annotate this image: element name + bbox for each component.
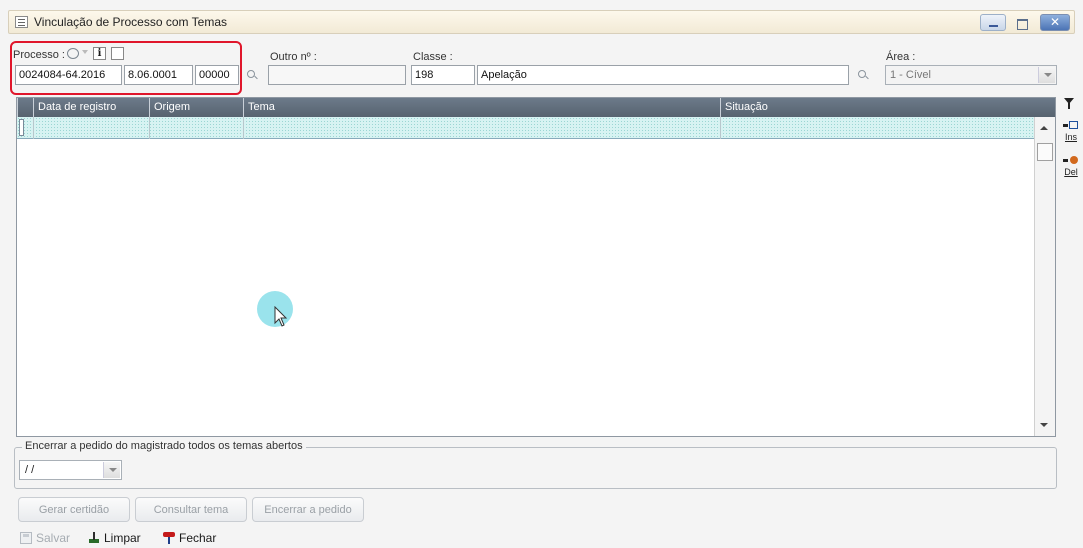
search-classe-icon[interactable] [856,69,870,83]
scroll-down-icon[interactable] [1040,423,1048,431]
grid-scrollbar[interactable] [1034,117,1055,436]
grid-header: Data de registro Origem Tema Situação [17,98,1055,117]
fechar-button[interactable]: Fechar [163,531,216,545]
scroll-up-icon[interactable] [1040,122,1048,130]
classe-name-field[interactable]: Apelação [477,65,849,85]
column-header-situacao[interactable]: Situação [720,98,1055,117]
column-header-data-registro[interactable]: Data de registro [33,98,149,117]
grid-corner [17,98,33,117]
classe-code-field[interactable]: 198 [411,65,475,85]
encerrar-group-legend: Encerrar a pedido do magistrado todos os… [22,440,306,452]
close-window-button[interactable] [1040,14,1070,31]
eraser-icon [88,532,100,544]
classe-label: Classe : [413,51,453,63]
outro-numero-label: Outro nº : [270,51,317,63]
search-processo-icon[interactable] [245,69,259,83]
area-select[interactable]: 1 - Cível [885,65,1057,85]
table-row[interactable] [17,117,1034,139]
gerar-certidao-button[interactable]: Gerar certidão [18,497,130,522]
limpar-button[interactable]: Limpar [88,531,141,545]
date-value: / / [25,464,35,476]
window-icon [15,16,28,28]
title-bar: Vinculação de Processo com Temas [8,10,1075,34]
mouse-pointer-icon [274,306,288,327]
maximize-button[interactable] [1008,14,1034,31]
insert-row-button[interactable]: Ins [1060,120,1082,142]
filter-icon[interactable] [1064,97,1074,109]
chevron-down-icon[interactable] [1038,67,1055,83]
date-picker[interactable]: / / [19,460,122,480]
delete-row-button[interactable]: Del [1060,155,1082,177]
encerrar-group [14,447,1057,489]
encerrar-a-pedido-button[interactable]: Encerrar a pedido [252,497,364,522]
window-title: Vinculação de Processo com Temas [34,15,227,29]
temas-grid: Data de registro Origem Tema Situação [16,97,1056,437]
insert-row-icon [1060,120,1082,132]
scroll-thumb[interactable] [1037,143,1053,161]
column-header-origem[interactable]: Origem [149,98,243,117]
chevron-down-icon[interactable] [103,462,120,478]
row-edit-cursor [19,119,24,136]
door-icon [163,532,175,544]
delete-row-icon [1060,155,1082,167]
outro-numero-field[interactable] [268,65,406,85]
minimize-button[interactable] [980,14,1006,31]
bottom-toolbar: Salvar Limpar Fechar [0,528,1083,548]
area-value: 1 - Cível [890,69,931,81]
consultar-tema-button[interactable]: Consultar tema [135,497,247,522]
processo-highlight-box [10,41,242,95]
save-icon [20,532,32,544]
column-header-tema[interactable]: Tema [243,98,720,117]
area-label: Área : [886,51,916,63]
window: Vinculação de Processo com Temas Process… [0,0,1083,548]
salvar-button[interactable]: Salvar [20,531,70,545]
